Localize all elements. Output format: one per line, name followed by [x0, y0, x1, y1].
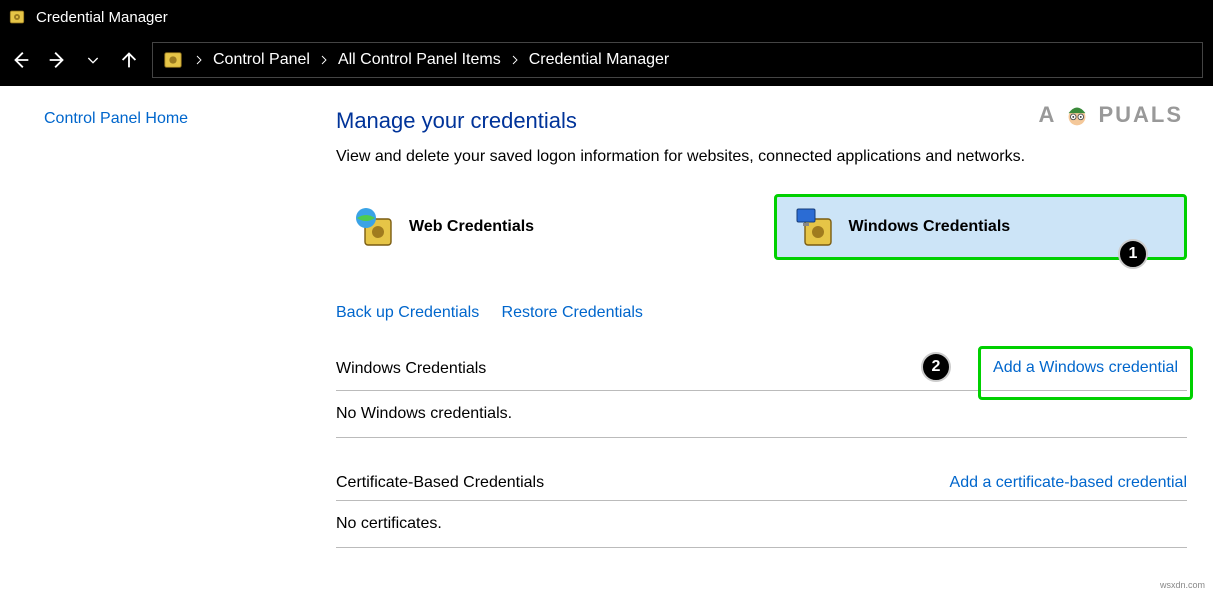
address-bar[interactable]: Control Panel All Control Panel Items Cr…	[152, 42, 1203, 78]
windows-credentials-label: Windows Credentials	[849, 218, 1011, 236]
annotation-badge-2: 2	[921, 352, 951, 382]
main-panel: A PUALS Manage your credentials View and…	[300, 86, 1213, 592]
breadcrumb-credential-manager[interactable]: Credential Manager	[529, 51, 670, 69]
backup-credentials-link[interactable]: Back up Credentials	[336, 304, 479, 321]
chevron-right-icon[interactable]	[509, 54, 521, 66]
windows-credentials-button[interactable]: Windows Credentials 1	[774, 194, 1188, 260]
section-header: Windows Credentials 2 Add a Windows cred…	[336, 356, 1187, 391]
watermark: A PUALS	[1039, 100, 1183, 130]
window-title: Credential Manager	[36, 9, 168, 26]
watermark-text: PUALS	[1098, 102, 1183, 128]
sidebar: Control Panel Home	[0, 86, 300, 592]
content-area: Control Panel Home A PUALS Manage your c…	[0, 86, 1213, 592]
control-panel-home-link[interactable]: Control Panel Home	[44, 110, 188, 127]
breadcrumb-control-panel[interactable]: Control Panel	[213, 51, 310, 69]
up-button[interactable]	[118, 49, 140, 71]
safe-icon	[8, 8, 26, 26]
title-bar: Credential Manager	[0, 0, 1213, 34]
empty-message: No Windows credentials.	[336, 399, 1187, 438]
forward-button[interactable]	[46, 49, 68, 71]
watermark-text: A	[1039, 102, 1057, 128]
section-header: Certificate-Based Credentials Add a cert…	[336, 474, 1187, 501]
add-certificate-credential-link[interactable]: Add a certificate-based credential	[950, 474, 1187, 492]
nav-bar: Control Panel All Control Panel Items Cr…	[0, 34, 1213, 86]
certificate-credentials-section: Certificate-Based Credentials Add a cert…	[336, 474, 1187, 548]
add-windows-credential-link[interactable]: Add a Windows credential	[993, 359, 1178, 376]
section-title: Windows Credentials	[336, 360, 486, 378]
section-title: Certificate-Based Credentials	[336, 474, 544, 492]
globe-safe-icon	[355, 207, 395, 247]
windows-credentials-section: Windows Credentials 2 Add a Windows cred…	[336, 356, 1187, 438]
web-credentials-label: Web Credentials	[409, 218, 534, 236]
credential-types: Web Credentials Windows Credentials 1	[336, 194, 1187, 260]
source-credit: wsxdn.com	[1160, 580, 1205, 590]
page-subheading: View and delete your saved logon informa…	[336, 148, 1187, 166]
chevron-right-icon[interactable]	[193, 54, 205, 66]
monitor-safe-icon	[795, 207, 835, 247]
chevron-right-icon[interactable]	[318, 54, 330, 66]
recent-dropdown-icon[interactable]	[82, 49, 104, 71]
restore-credentials-link[interactable]: Restore Credentials	[502, 304, 643, 321]
annotation-badge-1: 1	[1118, 239, 1148, 269]
back-button[interactable]	[10, 49, 32, 71]
mascot-icon	[1062, 100, 1092, 130]
safe-icon	[161, 48, 185, 72]
breadcrumb-all-items[interactable]: All Control Panel Items	[338, 51, 501, 69]
annotation-highlight: Add a Windows credential	[978, 346, 1193, 400]
nav-arrows	[10, 49, 140, 71]
empty-message: No certificates.	[336, 509, 1187, 548]
backup-restore-links: Back up Credentials Restore Credentials	[336, 304, 1187, 322]
web-credentials-button[interactable]: Web Credentials	[336, 194, 746, 260]
